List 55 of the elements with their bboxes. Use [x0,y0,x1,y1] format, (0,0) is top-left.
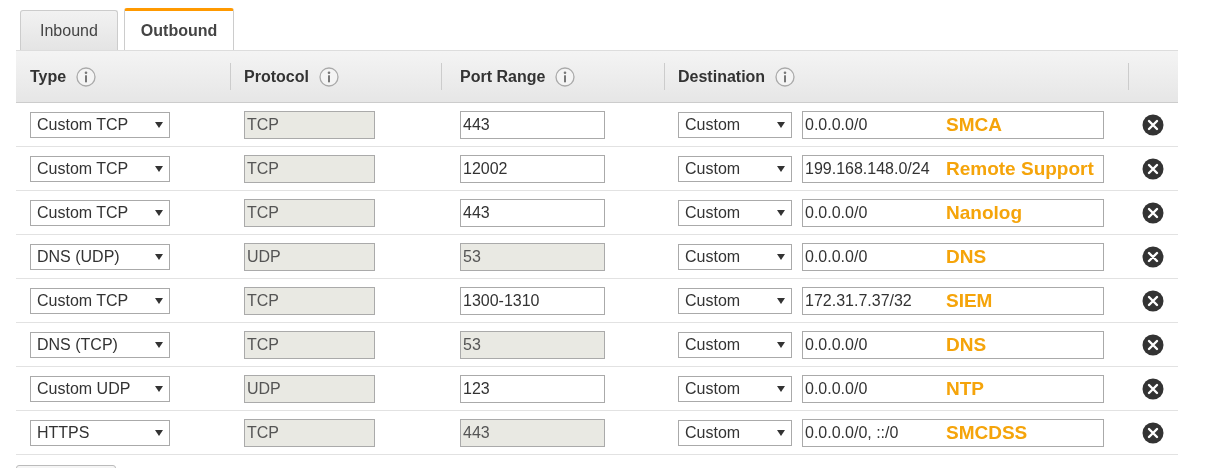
port-range-field[interactable]: 443 [460,198,605,227]
destination-dropdown[interactable]: Custom [678,111,792,138]
type-dropdown[interactable]: DNS (TCP) [30,331,170,358]
type-dropdown[interactable]: Custom TCP [30,155,170,182]
caret-icon [777,341,785,348]
info-icon[interactable] [555,66,576,87]
port-range-field[interactable]: 443 [460,110,605,139]
caret-icon [155,429,163,436]
type-dropdown[interactable]: Custom UDP [30,375,170,402]
caret-icon [777,385,785,392]
type-dropdown[interactable]: HTTPS [30,419,170,446]
column-header: Protocol [244,67,309,86]
remove-icon[interactable] [1142,201,1164,224]
remove-icon[interactable] [1142,289,1164,312]
column-header: Type [30,67,67,86]
info-icon[interactable] [76,66,97,87]
tab[interactable]: Inbound [20,10,118,50]
port-range-field[interactable]: 12002 [460,154,605,183]
caret-icon [777,297,785,304]
destination-dropdown[interactable]: Custom [678,199,792,226]
caret-icon [777,209,785,216]
caret-icon [777,121,785,128]
caret-icon [155,121,163,128]
port-range-field[interactable]: 1300-1310 [460,286,605,315]
info-icon[interactable] [775,66,796,87]
destination-dropdown[interactable]: Custom [678,287,792,314]
caret-icon [155,385,163,392]
destination-dropdown[interactable]: Custom [678,375,792,402]
caret-icon [155,341,163,348]
caret-icon [155,297,163,304]
port-range-field[interactable]: 123 [460,374,605,403]
remove-icon[interactable] [1142,157,1164,180]
caret-icon [777,253,785,260]
info-icon[interactable] [318,66,339,87]
tab[interactable]: Outbound [123,8,235,50]
remove-icon[interactable] [1142,377,1164,400]
destination-dropdown[interactable]: Custom [678,419,792,446]
destination-dropdown[interactable]: Custom [678,243,792,270]
type-dropdown[interactable]: Custom TCP [30,111,170,138]
type-dropdown[interactable]: Custom TCP [30,287,170,314]
remove-icon[interactable] [1142,113,1164,136]
destination-dropdown[interactable]: Custom [678,155,792,182]
caret-icon [777,165,785,172]
type-dropdown[interactable]: DNS (UDP) [30,243,170,270]
caret-icon [155,209,163,216]
remove-icon[interactable] [1142,421,1164,444]
type-dropdown[interactable]: Custom TCP [30,199,170,226]
column-header: Destination [678,67,766,86]
remove-icon[interactable] [1142,245,1164,268]
remove-icon[interactable] [1142,333,1164,356]
column-header: Port Range [460,67,546,86]
caret-icon [155,165,163,172]
caret-icon [155,253,163,260]
destination-dropdown[interactable]: Custom [678,331,792,358]
caret-icon [777,429,785,436]
